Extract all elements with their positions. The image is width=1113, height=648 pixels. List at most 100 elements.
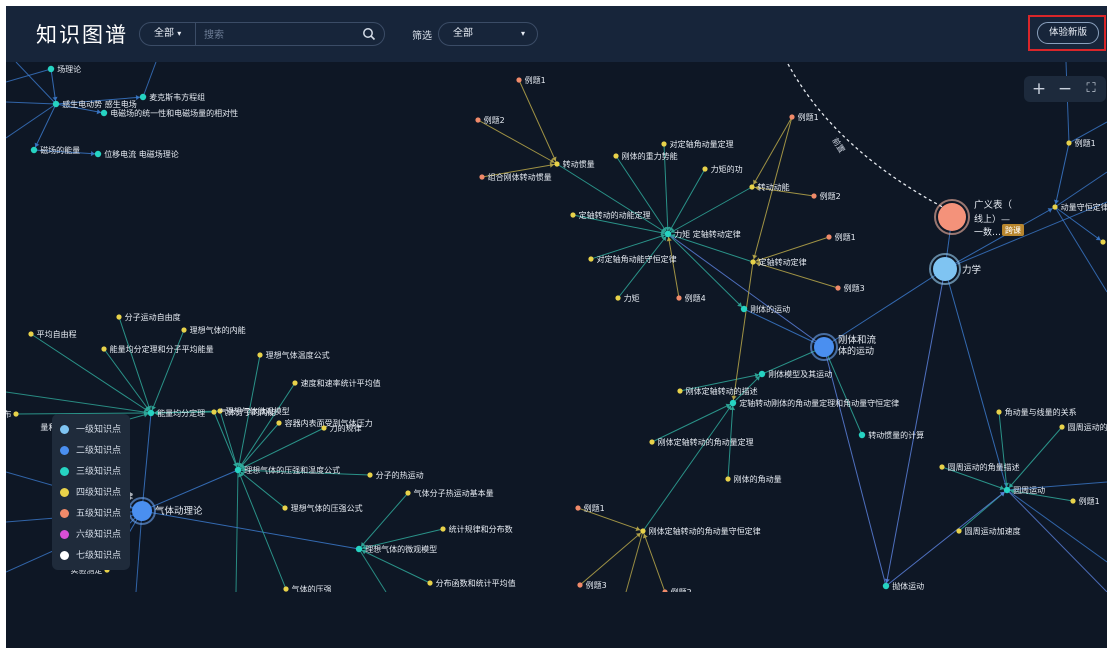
node-dot	[956, 528, 962, 534]
graph-node[interactable]: 动量守恒定律	[1052, 202, 1107, 212]
graph-node[interactable]: 速度和速率统计平均值	[292, 378, 381, 388]
graph-node[interactable]: 理想气体的压强和温度公式	[234, 465, 340, 475]
graph-node[interactable]: 玻尔兹曼分布	[6, 409, 19, 419]
graph-node[interactable]: 刚体定轴转动的角动量定理	[649, 437, 754, 447]
graph-node[interactable]: 刚体的重力势能	[613, 151, 678, 161]
knowledge-graph-canvas[interactable]: 前置 场理论 感生电动势 感生电场 麦克斯韦方程组 电磁场的统一性和电磁场量的相对性 磁场…	[6, 62, 1107, 592]
graph-node[interactable]: 分布函数和统计平均值	[427, 578, 516, 588]
edge-arrow	[752, 254, 758, 260]
legend-item[interactable]: 六级知识点	[60, 527, 130, 543]
graph-node[interactable]: 位移电流 电磁场理论	[94, 149, 179, 159]
node-dot	[570, 212, 576, 218]
graph-node[interactable]: 理想气体的微观模型	[355, 544, 437, 554]
graph-node[interactable]: 分子运动自由度	[116, 312, 181, 322]
graph-node[interactable]: 力矩的功	[702, 164, 743, 174]
graph-node[interactable]: 例题3	[835, 283, 865, 293]
search-input[interactable]	[202, 24, 356, 46]
graph-edge	[944, 268, 1008, 491]
node-dot	[28, 331, 34, 337]
zoom-in-button[interactable]: +	[1026, 76, 1052, 102]
graph-node[interactable]: 例题1	[789, 112, 819, 122]
scope-dropdown[interactable]: 全部 ▾	[140, 23, 196, 45]
search-icon[interactable]	[362, 27, 376, 41]
graph-node[interactable]: 分子的热运动	[367, 470, 424, 480]
graph-node[interactable]: 例题1	[1066, 138, 1096, 148]
graph-node[interactable]: 圆周运动的角量描述	[939, 462, 1020, 472]
graph-node[interactable]: 理想气体的压强公式	[282, 503, 363, 513]
graph-node[interactable]: 麦克斯韦方程组	[139, 92, 205, 102]
graph-node[interactable]: 力矩 定轴转动定律	[664, 229, 741, 239]
graph-node[interactable]: 气体分子的内能	[211, 407, 276, 417]
legend-item[interactable]: 二级知识点	[60, 443, 130, 459]
graph-node[interactable]: 圆周运动的角	[1059, 422, 1107, 432]
graph-node[interactable]: 定轴转动刚体的角动量定理和角动量守恒定律	[729, 398, 899, 408]
graph-node[interactable]: 例题1	[575, 503, 605, 513]
graph-node[interactable]: 能量均分定理	[147, 408, 205, 418]
node-dot	[47, 65, 55, 73]
graph-node[interactable]: 组合刚体转动惯量	[479, 172, 552, 182]
graph-node[interactable]: 圆周运动加速度	[956, 526, 1021, 536]
node-label: 角动量与线量的关系	[1005, 407, 1077, 417]
zoom-out-button[interactable]: −	[1052, 76, 1078, 102]
graph-node[interactable]: 转动惯量的计算	[858, 430, 924, 440]
graph-node[interactable]: 例题1	[1070, 496, 1100, 506]
graph-node[interactable]: 例题2	[811, 191, 841, 201]
graph-node[interactable]: 气体的压强	[283, 584, 332, 592]
graph-node[interactable]: 力学	[929, 253, 981, 285]
graph-node[interactable]: 气体分子热运动基本量	[405, 488, 494, 498]
legend-item[interactable]: 一级知识点	[60, 422, 130, 438]
graph-node[interactable]: 质	[1100, 237, 1107, 247]
graph-node[interactable]: 理想气体的内能	[181, 325, 246, 335]
graph-node[interactable]: 角动量与线量的关系	[996, 407, 1077, 417]
graph-node[interactable]: 平均自由程	[28, 329, 77, 339]
node-label: 抛体运动	[892, 581, 924, 591]
legend-dot-icon	[60, 530, 69, 539]
graph-svg[interactable]: 前置 场理论感生电动势 感生电场 麦克斯韦方程组电磁场的统一性和电磁场量的相对性磁场…	[6, 62, 1107, 592]
graph-node[interactable]: 能量均分定理和分子平均能量	[101, 344, 214, 354]
graph-node[interactable]: 电磁场的统一性和电磁场量的相对性	[100, 108, 238, 118]
graph-node[interactable]: 对定轴角动量定理	[661, 139, 734, 149]
graph-node[interactable]: 刚体定轴转动的角动量守恒定律	[640, 526, 761, 536]
graph-edge	[213, 411, 239, 471]
node-dot	[677, 388, 683, 394]
node-label: 例题1	[798, 112, 819, 122]
node-dot	[116, 314, 122, 320]
graph-node[interactable]: 统计规律和分布数	[440, 524, 513, 534]
graph-edge	[642, 530, 666, 592]
legend-item[interactable]: 七级知识点	[60, 548, 130, 564]
node-label: 理想气体的内能	[190, 325, 246, 335]
legend-dot-icon	[60, 446, 69, 455]
graph-node[interactable]: 例题3	[577, 580, 607, 590]
graph-node[interactable]: 刚体的运动	[740, 304, 790, 314]
graph-node[interactable]: 转动惯量	[554, 159, 595, 169]
graph-node[interactable]: 定轴转动的动能定理	[570, 210, 651, 220]
node-dot	[440, 526, 446, 532]
graph-node[interactable]: 刚体定轴转动的描述	[677, 386, 758, 396]
node-label: 磁场的能量	[40, 145, 80, 155]
graph-edge	[118, 316, 152, 414]
graph-node[interactable]: 例题2	[475, 115, 505, 125]
graph-node[interactable]: 场理论	[47, 64, 81, 74]
legend-item[interactable]: 三级知识点	[60, 464, 130, 480]
legend-item[interactable]: 四级知识点	[60, 485, 130, 501]
node-dot	[516, 77, 522, 83]
filter-dropdown[interactable]: 全部 ▾	[438, 22, 538, 46]
graph-node[interactable]: 例题1	[826, 232, 856, 242]
node-dot	[725, 476, 731, 482]
graph-node[interactable]: 力矩	[615, 293, 640, 303]
node-label: 定轴转动刚体的角动量定理和角动量守恒定律	[739, 398, 899, 408]
graph-node[interactable]: 定轴转动定律	[750, 257, 807, 267]
node-label: 转动惯量	[563, 159, 595, 169]
fullscreen-icon[interactable]: ⛶	[1078, 76, 1104, 102]
graph-node[interactable]: 对定轴角动能守恒定律	[588, 254, 677, 264]
node-label: 气体分子的内能	[220, 407, 276, 417]
graph-node[interactable]: 刚体模型及其运动	[758, 369, 832, 379]
graph-node[interactable]: 理想气体温度公式	[257, 350, 330, 360]
graph-node[interactable]: 例题4	[676, 293, 706, 303]
new-version-button[interactable]: 体验新版	[1037, 22, 1099, 44]
graph-node[interactable]: 抛体运动	[882, 581, 924, 591]
legend-item[interactable]: 五级知识点	[60, 506, 130, 522]
graph-node[interactable]: 刚体的角动量	[725, 474, 782, 484]
graph-edge	[667, 186, 753, 235]
graph-node[interactable]: 感生电动势 感生电场	[52, 99, 137, 109]
